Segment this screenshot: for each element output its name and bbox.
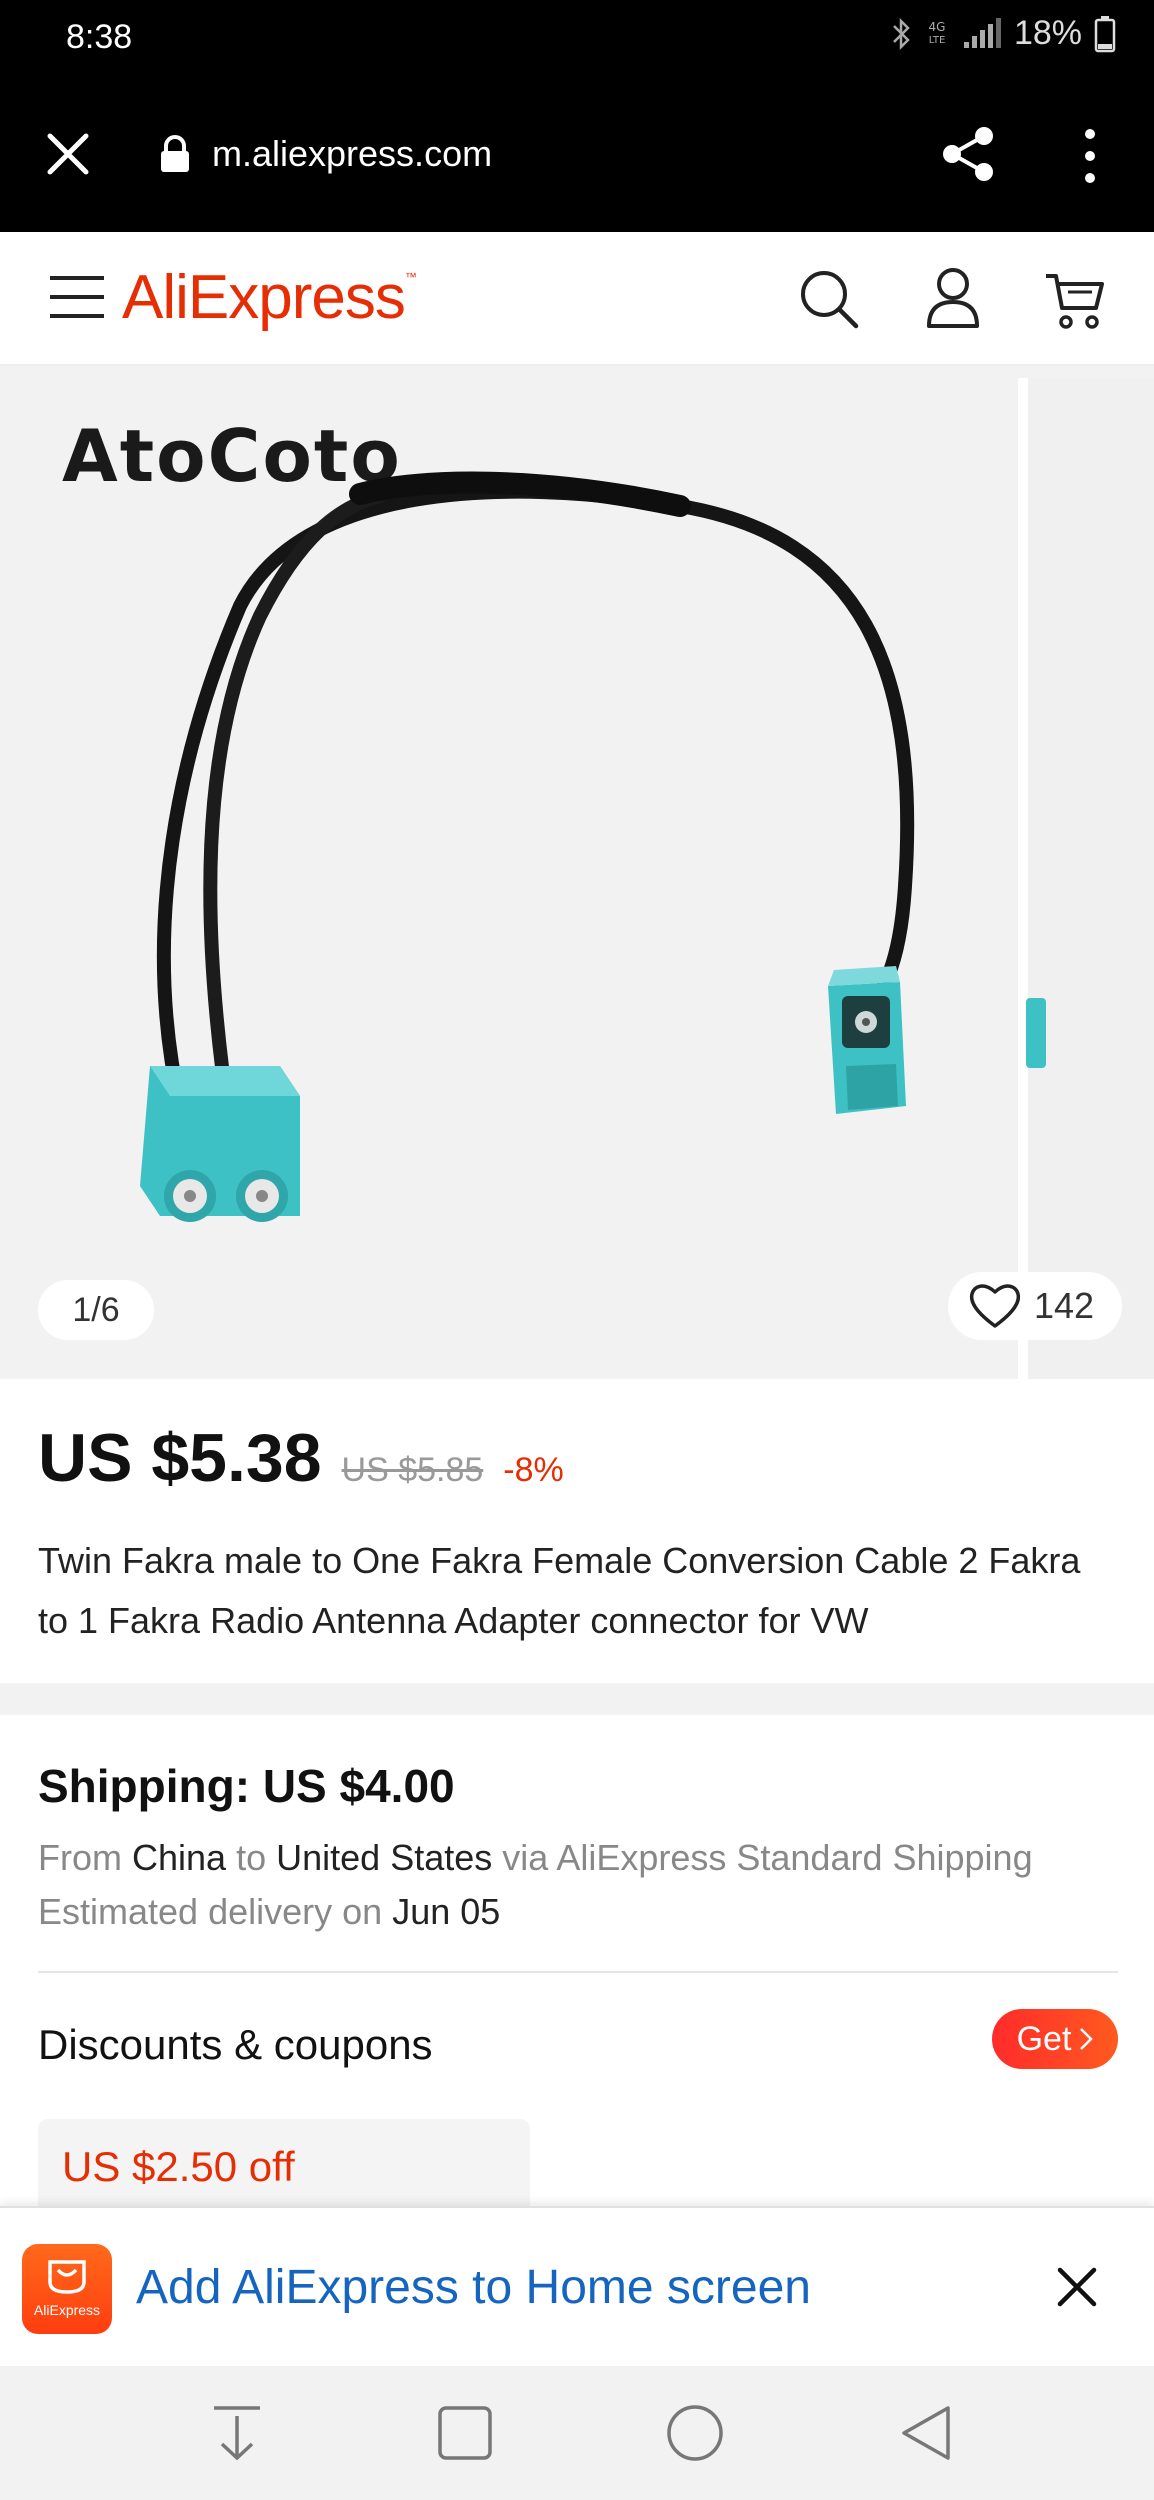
lte-icon: 4GLTE xyxy=(928,20,946,46)
coupon-value: US $2.50 off xyxy=(62,2143,295,2190)
ship-to: United States xyxy=(276,1837,493,1878)
status-bar: 8:38 4G LTE 18% xyxy=(0,0,1154,78)
discount-percent: -8% xyxy=(503,1451,564,1489)
from-label: From xyxy=(38,1837,122,1878)
account-icon[interactable] xyxy=(924,266,982,330)
image-counter: 1/6 xyxy=(38,1280,154,1340)
wishlist-count: 142 xyxy=(1034,1285,1095,1326)
add-to-home-banner[interactable]: AliExpress Add AliExpress to Home screen xyxy=(0,2206,1154,2366)
bluetooth-icon xyxy=(893,17,910,50)
current-price: US $5.38 xyxy=(38,1420,322,1496)
price-section: US $5.38 US $5.85 -8% Twin Fakra male to… xyxy=(0,1379,1154,1683)
ship-from: China xyxy=(132,1837,227,1878)
recents-icon[interactable] xyxy=(434,2402,496,2464)
aliexpress-logo[interactable]: AliExpress™ xyxy=(122,262,417,333)
shopping-bag-icon xyxy=(48,2260,86,2294)
logo-text: AliExpress xyxy=(122,263,406,332)
add-to-home-link[interactable]: Add AliExpress to Home screen xyxy=(136,2260,811,2315)
product-title: Twin Fakra male to One Fakra Female Conv… xyxy=(38,1540,1081,1641)
signal-icon xyxy=(963,17,1001,48)
next-slide-preview[interactable] xyxy=(1018,378,1154,1379)
discounts-title: Discounts & coupons xyxy=(38,2021,433,2068)
svg-text:4G: 4G xyxy=(928,20,945,34)
status-time: 8:38 xyxy=(66,18,133,56)
next-slide-connector xyxy=(1026,998,1046,1068)
get-coupons-button[interactable]: Get xyxy=(992,2009,1118,2069)
chevron-right-icon xyxy=(1080,2028,1094,2050)
aliexpress-app-icon: AliExpress xyxy=(22,2244,112,2334)
close-icon[interactable] xyxy=(1056,2266,1098,2308)
shipping-title: Shipping: US $4.00 xyxy=(38,1760,455,1812)
price-row: US $5.38 US $5.85 -8% xyxy=(38,1419,564,1497)
lock-icon xyxy=(161,135,189,172)
section-divider xyxy=(0,1683,1154,1715)
home-icon[interactable] xyxy=(664,2402,726,2464)
download-icon[interactable] xyxy=(206,2402,268,2464)
divider xyxy=(38,1971,1118,1973)
svg-text:LTE: LTE xyxy=(929,35,946,46)
delivery-estimate: Estimated delivery on Jun 05 xyxy=(38,1891,500,1933)
search-icon[interactable] xyxy=(798,268,860,330)
logo-trademark: ™ xyxy=(404,270,417,284)
battery-icon xyxy=(1094,15,1116,52)
site-header: AliExpress™ xyxy=(0,232,1154,366)
delivery-label: Estimated delivery on xyxy=(38,1891,383,1932)
shipping-method: via AliExpress Standard Shipping xyxy=(502,1837,1033,1878)
shipping-route: From China to United States via AliExpre… xyxy=(38,1837,1033,1879)
share-icon[interactable] xyxy=(940,124,998,184)
delivery-date: Jun 05 xyxy=(392,1891,501,1932)
more-options-icon[interactable] xyxy=(1078,126,1102,186)
browser-toolbar: m.aliexpress.com xyxy=(0,78,1154,232)
shipping-section[interactable]: Shipping: US $4.00 From China to United … xyxy=(0,1715,1154,2259)
heart-icon xyxy=(969,1284,1021,1328)
to-label: to xyxy=(236,1837,267,1878)
close-tab-icon[interactable] xyxy=(44,130,92,178)
product-image xyxy=(140,471,915,1222)
menu-icon[interactable] xyxy=(48,272,106,322)
get-label: Get xyxy=(1016,2019,1072,2058)
url-field[interactable]: m.aliexpress.com xyxy=(212,133,492,175)
app-icon-label: AliExpress xyxy=(33,2302,101,2318)
battery-percent: 18% xyxy=(1013,14,1082,52)
product-gallery[interactable]: AtoCoto 1/6 142 xyxy=(0,366,1154,1379)
system-nav-bar xyxy=(0,2366,1154,2500)
original-price: US $5.85 xyxy=(341,1451,484,1489)
cart-icon[interactable] xyxy=(1044,270,1106,330)
wishlist-button[interactable]: 142 xyxy=(948,1272,1122,1340)
status-icons: 4G LTE 18% xyxy=(890,14,1116,53)
back-icon[interactable] xyxy=(896,2402,958,2464)
